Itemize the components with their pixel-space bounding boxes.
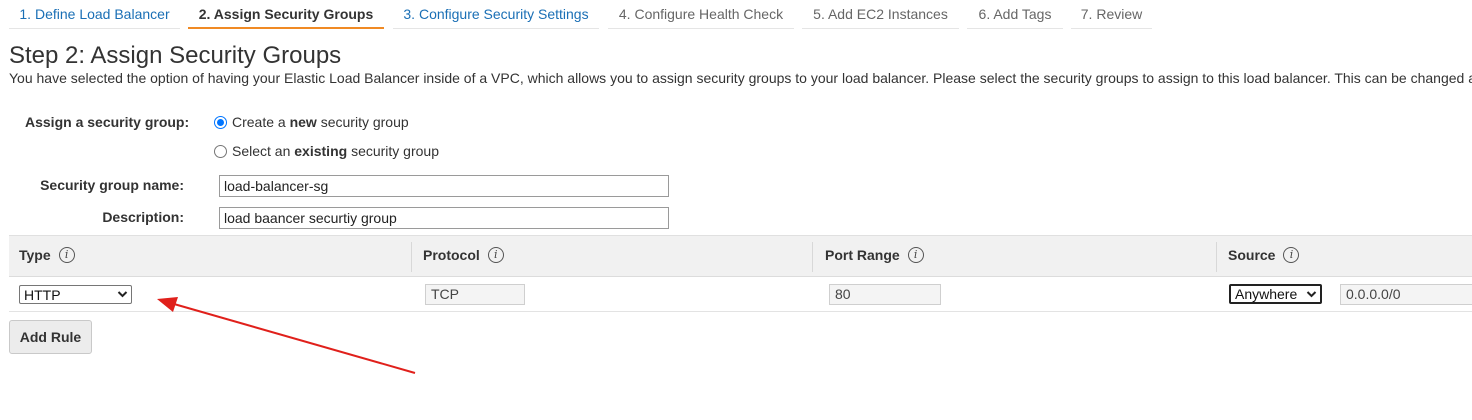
- cidr-field: 0.0.0.0/0: [1340, 284, 1472, 305]
- tab-add-ec2-instances: 5. Add EC2 Instances: [802, 0, 959, 29]
- port-range-field: 80: [829, 284, 941, 305]
- header-protocol: Protocol i: [423, 247, 504, 263]
- page-description: You have selected the option of having y…: [9, 70, 1472, 86]
- source-select-value: Anywhere: [1235, 286, 1298, 302]
- tab-add-tags: 6. Add Tags: [967, 0, 1063, 29]
- header-port-range-label: Port Range: [825, 247, 900, 263]
- protocol-field: TCP: [425, 284, 525, 305]
- security-group-name-label: Security group name:: [40, 177, 184, 193]
- red-arrow-shaft: [173, 303, 416, 374]
- wizard-tabs: 1. Define Load Balancer 2. Assign Securi…: [0, 0, 1472, 29]
- header-type: Type i: [19, 247, 75, 263]
- radio-select-existing-security-group[interactable]: Select an existing security group: [214, 143, 439, 159]
- select-existing-label-pre: Select an: [232, 143, 291, 159]
- info-icon[interactable]: i: [907, 247, 924, 263]
- tab-define-load-balancer[interactable]: 1. Define Load Balancer: [9, 0, 180, 29]
- rules-table-header: Type i Protocol i Port Range i Source i: [9, 235, 1472, 277]
- page-title: Step 2: Assign Security Groups: [9, 42, 342, 69]
- description-input[interactable]: [219, 207, 669, 229]
- column-divider: [1216, 242, 1217, 272]
- chevron-down-icon: [117, 291, 128, 298]
- column-divider: [812, 242, 813, 272]
- tab-configure-security-settings[interactable]: 3. Configure Security Settings: [393, 0, 599, 29]
- info-icon[interactable]: i: [58, 247, 75, 263]
- chevron-down-icon: [1306, 291, 1317, 298]
- assign-security-group-label: Assign a security group:: [25, 114, 190, 130]
- create-new-label-pre: Create a: [232, 114, 286, 130]
- select-existing-label-bold: existing: [294, 143, 348, 159]
- source-select[interactable]: Anywhere: [1229, 284, 1322, 304]
- add-rule-button[interactable]: Add Rule: [9, 320, 92, 354]
- tab-assign-security-groups[interactable]: 2. Assign Security Groups: [188, 0, 384, 29]
- info-icon[interactable]: i: [487, 247, 504, 263]
- select-existing-label-post: security group: [351, 143, 439, 159]
- header-source-label: Source: [1228, 247, 1276, 263]
- radio-button-unchecked[interactable]: [214, 144, 227, 158]
- create-new-label-bold: new: [289, 114, 317, 130]
- create-new-label-post: security group: [320, 114, 409, 130]
- tab-review: 7. Review: [1071, 0, 1152, 29]
- radio-button-checked[interactable]: [214, 115, 227, 129]
- radio-create-new-security-group[interactable]: Create a new security group: [214, 114, 409, 130]
- tab-configure-health-check: 4. Configure Health Check: [608, 0, 794, 29]
- security-group-name-input[interactable]: [219, 175, 669, 197]
- header-source: Source i: [1228, 247, 1300, 263]
- header-type-label: Type: [19, 247, 51, 263]
- description-label: Description:: [102, 209, 184, 225]
- header-port-range: Port Range i: [825, 247, 924, 263]
- type-select[interactable]: HTTP: [19, 285, 132, 304]
- info-icon[interactable]: i: [1283, 247, 1300, 263]
- table-row: HTTP TCP 80 Anywhere 0.0.0.0/0: [9, 277, 1472, 312]
- header-protocol-label: Protocol: [423, 247, 480, 263]
- column-divider: [411, 242, 412, 272]
- type-select-value: HTTP: [24, 286, 61, 303]
